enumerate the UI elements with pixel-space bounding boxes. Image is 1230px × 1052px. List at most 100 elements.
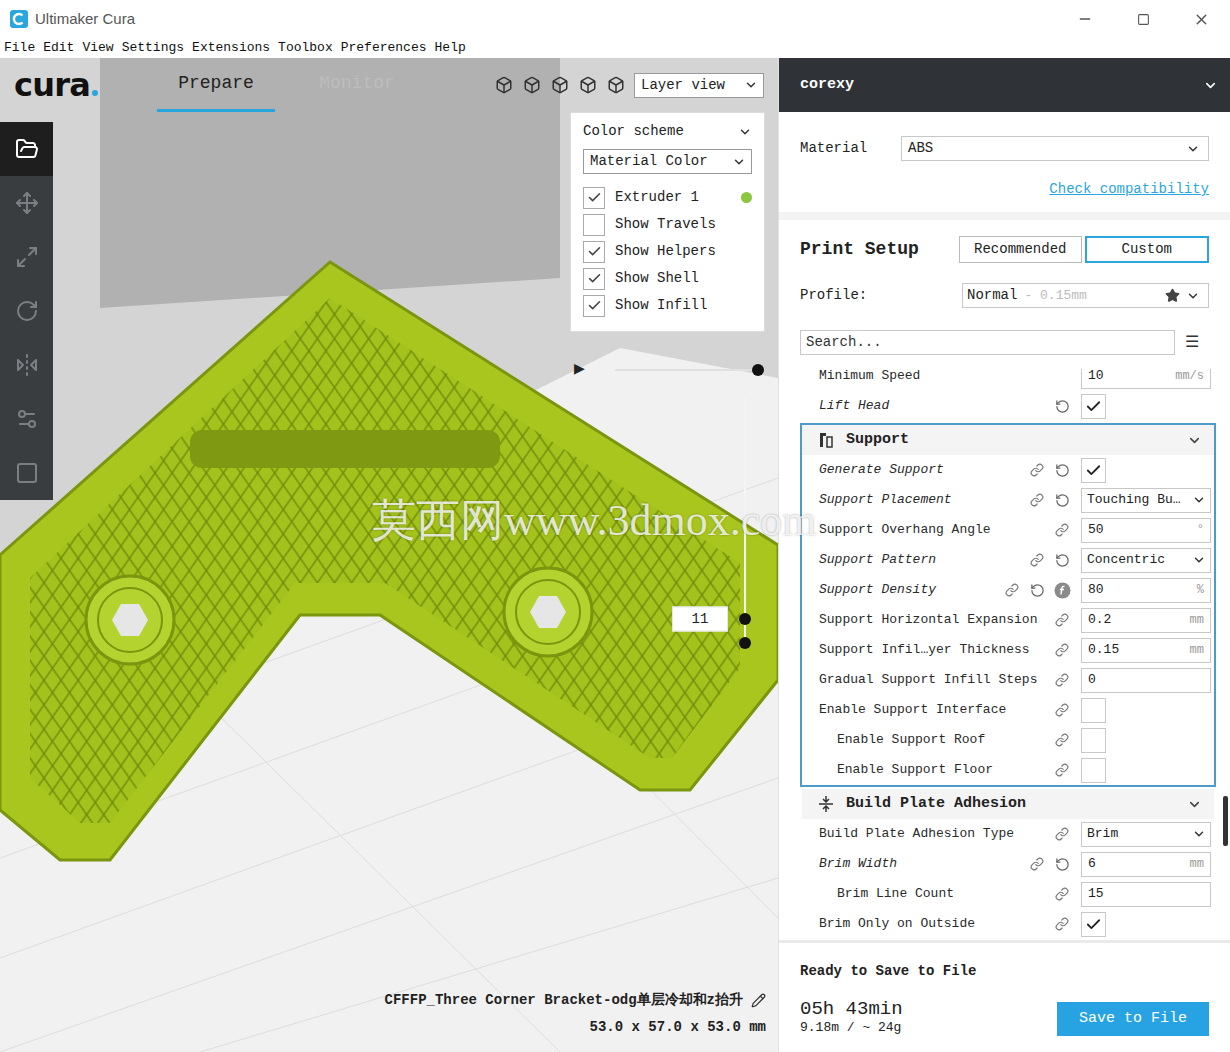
link-icon[interactable] xyxy=(1052,610,1072,630)
setting-checkbox[interactable] xyxy=(1081,458,1106,483)
scrollbar-thumb[interactable] xyxy=(1223,796,1228,846)
maximize-button[interactable] xyxy=(1114,0,1172,38)
link-icon[interactable] xyxy=(1052,640,1072,660)
star-icon[interactable] xyxy=(1165,288,1180,303)
link-icon[interactable] xyxy=(1052,520,1072,540)
setting-checkbox[interactable] xyxy=(1081,912,1106,937)
tool-button[interactable] xyxy=(0,338,53,392)
tool-button[interactable] xyxy=(0,230,53,284)
print-setup-tab[interactable]: Custom xyxy=(1085,236,1210,263)
setting-input[interactable]: 80% xyxy=(1081,578,1211,603)
link-icon[interactable] xyxy=(1027,854,1047,874)
play-button[interactable]: ▶ xyxy=(574,358,585,380)
view-option[interactable]: Extruder 1 xyxy=(583,184,752,211)
layer-lower-handle[interactable] xyxy=(739,637,751,649)
tool-button[interactable] xyxy=(0,392,53,446)
setting-input[interactable]: 6mm xyxy=(1081,852,1211,877)
color-scheme-select[interactable]: Material Color xyxy=(583,149,752,174)
view-option[interactable]: Show Infill xyxy=(583,292,752,319)
close-button[interactable] xyxy=(1172,0,1230,38)
link-icon[interactable] xyxy=(1052,824,1072,844)
setting-select[interactable]: Concentric xyxy=(1081,548,1211,573)
minimize-button[interactable] xyxy=(1056,0,1114,38)
setting-select[interactable]: Touching Bu… xyxy=(1081,488,1211,513)
link-icon[interactable] xyxy=(1027,460,1047,480)
reset-icon[interactable] xyxy=(1052,396,1072,416)
menu-item[interactable]: View xyxy=(82,39,113,57)
link-icon[interactable] xyxy=(1027,550,1047,570)
move-icon xyxy=(15,191,39,215)
machine-selector[interactable]: corexy xyxy=(779,58,1230,112)
view-option-checkbox[interactable] xyxy=(583,241,605,263)
link-icon[interactable] xyxy=(1052,670,1072,690)
tool-button[interactable] xyxy=(0,446,53,500)
tool-button[interactable] xyxy=(0,176,53,230)
view-cube-icon[interactable] xyxy=(495,76,513,94)
function-icon[interactable] xyxy=(1054,582,1071,599)
link-icon[interactable] xyxy=(1002,580,1022,600)
view-cube-icon[interactable] xyxy=(579,76,597,94)
link-icon[interactable] xyxy=(1052,914,1072,934)
layer-path-track[interactable] xyxy=(615,369,758,371)
view-option[interactable]: Show Shell xyxy=(583,265,752,292)
view-option[interactable]: Show Travels xyxy=(583,211,752,238)
view-mode-select[interactable]: Layer view xyxy=(634,73,764,98)
setting-select[interactable]: Brim xyxy=(1081,822,1211,847)
reset-icon[interactable] xyxy=(1052,550,1072,570)
menu-item[interactable]: File xyxy=(4,39,35,57)
layer-number-box[interactable]: 11 xyxy=(672,606,728,631)
save-to-file-button[interactable]: Save to File xyxy=(1057,1002,1209,1036)
setting-input[interactable]: 0 xyxy=(1081,668,1211,693)
setting-input[interactable]: 0.2mm xyxy=(1081,608,1211,633)
link-icon[interactable] xyxy=(1052,700,1072,720)
setting-input[interactable]: 0.15mm xyxy=(1081,638,1211,663)
setting-checkbox[interactable] xyxy=(1081,758,1106,783)
setting-checkbox[interactable] xyxy=(1081,728,1106,753)
material-select[interactable]: ABS xyxy=(901,136,1209,161)
link-icon[interactable] xyxy=(1027,490,1047,510)
view-cube-icon[interactable] xyxy=(523,76,541,94)
setting-input[interactable]: 15 xyxy=(1081,882,1211,907)
section-header[interactable]: Support xyxy=(802,425,1214,455)
stage-tab[interactable]: Prepare xyxy=(157,58,275,112)
menu-item[interactable]: Preferences xyxy=(341,39,427,57)
menu-item[interactable]: Extensions xyxy=(192,39,270,57)
view-option[interactable]: Show Helpers xyxy=(583,238,752,265)
settings-menu-button[interactable]: ☰ xyxy=(1175,331,1209,355)
pencil-icon[interactable] xyxy=(751,993,766,1008)
stage-tab[interactable]: Monitor xyxy=(298,58,416,112)
reset-icon[interactable] xyxy=(1052,490,1072,510)
menu-item[interactable]: Settings xyxy=(122,39,184,57)
section-header[interactable]: Build Plate Adhesion xyxy=(802,789,1214,819)
setting-checkbox[interactable] xyxy=(1081,394,1106,419)
menu-item[interactable]: Help xyxy=(435,39,466,57)
view-cube-icon[interactable] xyxy=(551,76,569,94)
tool-button[interactable] xyxy=(0,122,53,176)
print-setup-tab[interactable]: Recommended xyxy=(959,236,1082,263)
chevron-down-icon[interactable] xyxy=(738,125,752,139)
view-option-checkbox[interactable] xyxy=(583,187,605,209)
input-unit: mm xyxy=(1190,855,1204,873)
check-compatibility-link[interactable]: Check compatibility xyxy=(1049,179,1209,200)
reset-icon[interactable] xyxy=(1052,854,1072,874)
menu-item[interactable]: Edit xyxy=(43,39,74,57)
layer-path-handle[interactable] xyxy=(752,364,764,376)
tool-button[interactable] xyxy=(0,284,53,338)
reset-icon[interactable] xyxy=(1027,580,1047,600)
link-icon[interactable] xyxy=(1052,884,1072,904)
link-icon[interactable] xyxy=(1052,730,1072,750)
view-option-checkbox[interactable] xyxy=(583,295,605,317)
view-option-checkbox[interactable] xyxy=(583,214,605,236)
setting-input[interactable]: 10mm/s xyxy=(1081,369,1211,389)
profile-select[interactable]: Normal- 0.15mm xyxy=(962,283,1209,308)
view-option-checkbox[interactable] xyxy=(583,268,605,290)
menu-item[interactable]: Toolbox xyxy=(278,39,333,57)
link-icon[interactable] xyxy=(1052,760,1072,780)
reset-icon[interactable] xyxy=(1052,460,1072,480)
layer-track[interactable] xyxy=(744,398,746,643)
settings-search[interactable]: Search... xyxy=(800,330,1175,355)
setting-input[interactable]: 50° xyxy=(1081,518,1211,543)
setting-checkbox[interactable] xyxy=(1081,698,1106,723)
view-cube-icon[interactable] xyxy=(607,76,625,94)
layer-upper-handle[interactable] xyxy=(739,613,751,625)
